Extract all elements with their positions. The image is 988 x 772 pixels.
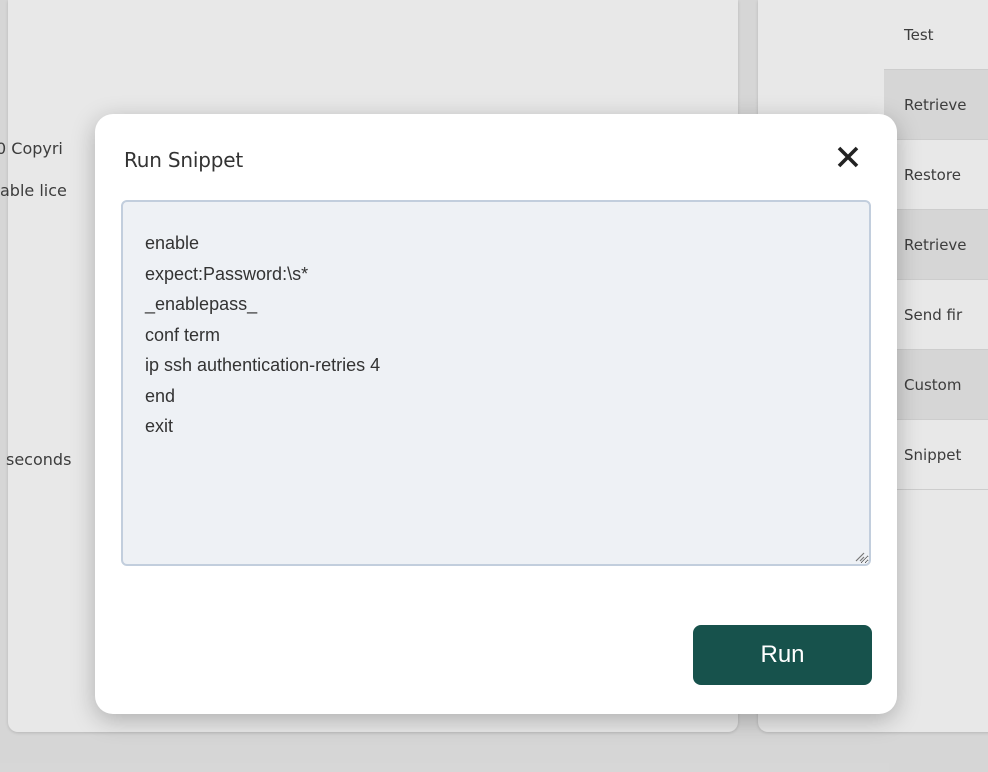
close-button[interactable] — [829, 138, 867, 176]
resize-grip-icon[interactable] — [853, 550, 865, 562]
run-snippet-dialog: Run Snippet enable expect:Password:\s* _… — [95, 114, 897, 714]
page: 0 Copyri able lice seconds Test Retrieve… — [0, 0, 988, 772]
run-button[interactable]: Run — [693, 625, 872, 685]
close-icon — [837, 146, 859, 168]
snippet-textarea[interactable]: enable expect:Password:\s* _enablepass_ … — [121, 200, 871, 566]
dialog-title: Run Snippet — [124, 148, 243, 172]
